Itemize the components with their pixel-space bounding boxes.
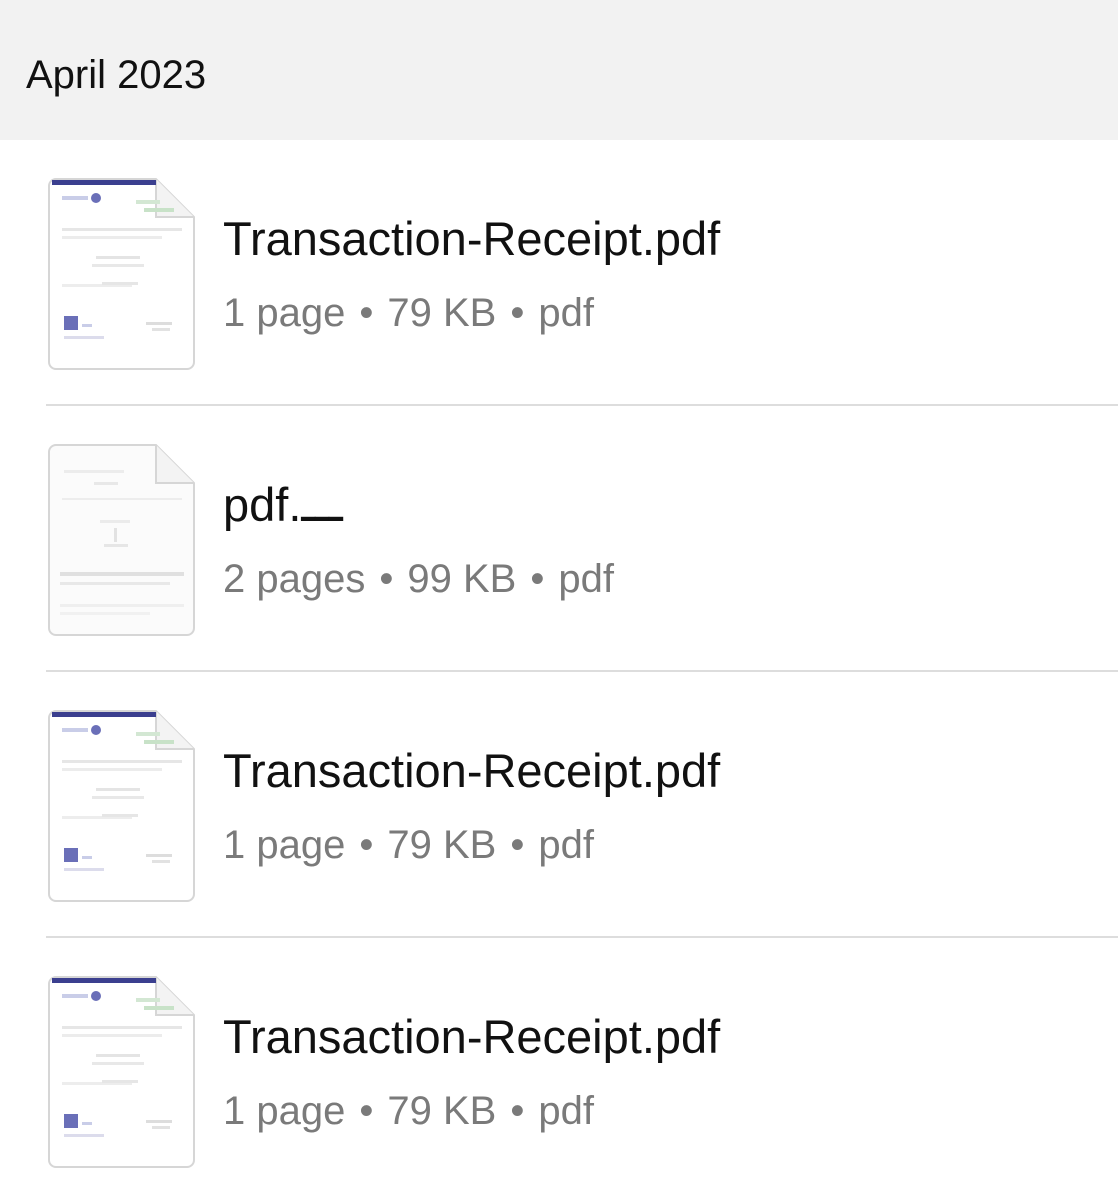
file-size: 79 KB <box>387 823 497 867</box>
file-meta: 1 page • 79 KB • pdf <box>223 820 594 870</box>
file-pages: 1 page <box>223 823 346 867</box>
file-pages: 1 page <box>223 1089 346 1133</box>
meta-separator: • <box>530 557 545 601</box>
file-meta: 2 pages • 99 KB • pdf <box>223 554 614 604</box>
file-name: Transaction-Receipt.pdf <box>223 212 721 265</box>
section-header: April 2023 <box>0 0 1118 140</box>
meta-separator: • <box>510 823 525 867</box>
section-title: April 2023 <box>26 53 207 97</box>
meta-separator: • <box>359 823 374 867</box>
file-name: Transaction-Receipt.pdf <box>223 1010 721 1063</box>
meta-separator: • <box>510 291 525 335</box>
document-thumbnail-icon <box>48 444 196 636</box>
file-size: 79 KB <box>387 1089 497 1133</box>
file-type: pdf <box>538 291 594 335</box>
file-name: pdf.ـــ <box>223 478 343 531</box>
file-name: Transaction-Receipt.pdf <box>223 744 721 797</box>
file-type: pdf <box>538 823 594 867</box>
receipt-thumbnail-icon <box>48 710 196 902</box>
receipt-thumbnail-icon <box>48 976 196 1168</box>
file-row[interactable]: Transaction-Receipt.pdf 1 page • 79 KB • pdf <box>0 672 1118 938</box>
file-size: 79 KB <box>387 291 497 335</box>
receipt-thumbnail-icon <box>48 178 196 370</box>
file-row[interactable]: Transaction-Receipt.pdf 1 page • 79 KB • pdf <box>0 938 1118 1204</box>
meta-separator: • <box>359 1089 374 1133</box>
meta-separator: • <box>359 291 374 335</box>
file-list: Transaction-Receipt.pdf 1 page • 79 KB • pdf <box>0 140 1118 1200</box>
meta-separator: • <box>379 557 394 601</box>
file-row[interactable]: pdf.ـــ 2 pages • 99 KB • pdf <box>0 406 1118 672</box>
file-type: pdf <box>538 1089 594 1133</box>
file-pages: 1 page <box>223 291 346 335</box>
file-type: pdf <box>558 557 614 601</box>
file-size: 99 KB <box>407 557 517 601</box>
file-meta: 1 page • 79 KB • pdf <box>223 288 594 338</box>
file-pages: 2 pages <box>223 557 366 601</box>
file-meta: 1 page • 79 KB • pdf <box>223 1086 594 1136</box>
meta-separator: • <box>510 1089 525 1133</box>
file-row[interactable]: Transaction-Receipt.pdf 1 page • 79 KB • pdf <box>0 140 1118 406</box>
